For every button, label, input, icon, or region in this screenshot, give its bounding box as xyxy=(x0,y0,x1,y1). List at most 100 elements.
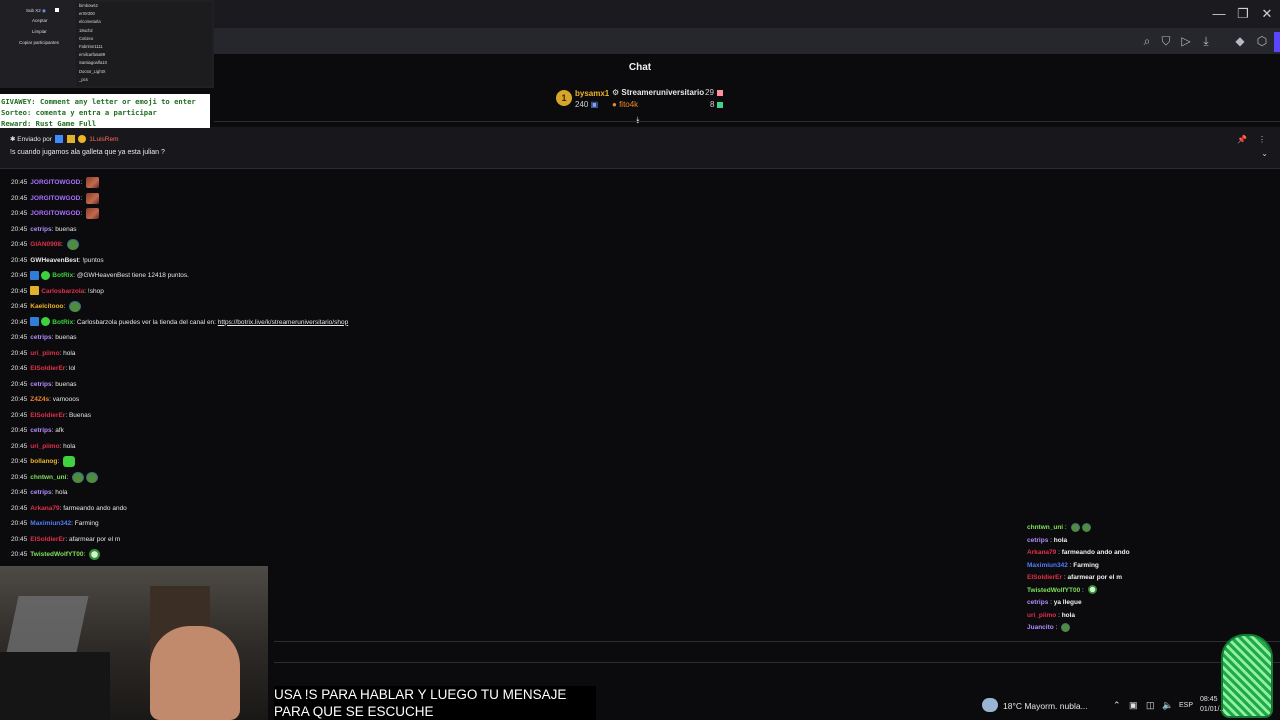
chat-message: 20:45 GIAN0908: xyxy=(11,239,79,251)
participant-entry[interactable]: emilcarfasa89 xyxy=(79,52,105,57)
chat-message: 20:45 BotRix: @GWHeavenBest tiene 12418 p… xyxy=(11,270,189,282)
message-username[interactable]: BotRix xyxy=(52,272,73,279)
obs-copy-button[interactable]: Copiar participantes xyxy=(19,40,59,45)
cube-icon[interactable]: ⬡ xyxy=(1254,33,1270,49)
close-button[interactable]: ✕ xyxy=(1255,4,1279,24)
message-time: 20:45 xyxy=(11,210,28,218)
obs-accept-button[interactable]: Aceptar xyxy=(32,18,48,23)
message-username[interactable]: BotRix xyxy=(52,319,73,326)
chat-message: 20:45 JORGITOWGOD: xyxy=(11,177,99,189)
restore-button[interactable]: ❐ xyxy=(1231,4,1255,24)
message-username[interactable]: Kaelcitooo xyxy=(30,303,63,310)
separator: : xyxy=(61,241,65,249)
message-time: 20:45 xyxy=(11,473,28,481)
frog-emote-icon xyxy=(1070,522,1080,532)
message-time: 20:45 xyxy=(11,520,28,527)
streamer-silhouette xyxy=(150,626,240,720)
wifi-icon[interactable]: ◫ xyxy=(1146,700,1155,711)
participants-list[interactable]: bimbows2 err0r300 elcometarla 18uch2 Cotizeo… xyxy=(76,2,212,86)
overlay-username: Juancito xyxy=(1027,624,1054,631)
chevron-down-icon[interactable]: ⌄ xyxy=(1261,149,1268,158)
message-text: lol xyxy=(68,365,76,372)
chat-message: 20:45 Maximiun342: Farming xyxy=(11,518,99,530)
weather-icon[interactable] xyxy=(982,698,998,712)
network-icon[interactable]: ▣ xyxy=(1129,700,1138,711)
message-username[interactable]: uri_piimo xyxy=(30,350,59,357)
message-username[interactable]: uri_piimo xyxy=(30,443,59,450)
chat-message: 20:45 Z4Z4s: vamooos xyxy=(11,394,79,406)
chat-message: 20:45 BotRix: Carlosbarzola puedes ver la… xyxy=(11,317,348,329)
message-text: hola xyxy=(63,349,76,357)
overlay-text: hola xyxy=(1061,611,1076,619)
message-username[interactable]: Z4Z4s xyxy=(30,396,49,403)
message-time: 20:45 xyxy=(11,225,28,233)
message-username[interactable]: Carlosbarzola xyxy=(41,288,84,295)
weather-text[interactable]: 18°C Mayorm. nubla... xyxy=(1003,701,1088,711)
message-username[interactable]: cetrips xyxy=(30,427,51,434)
pin-icon[interactable]: 📌 xyxy=(1237,135,1247,144)
more-options-icon[interactable]: ⋮ xyxy=(1258,135,1266,144)
language-indicator[interactable]: ESP xyxy=(1179,702,1193,709)
message-username[interactable]: cetrips xyxy=(30,334,51,341)
participant-entry[interactable]: err0r300 xyxy=(79,11,95,16)
message-username[interactable]: chntwn_uni xyxy=(30,474,66,481)
overlay-message: cetrips : hola xyxy=(1027,535,1067,547)
message-username[interactable]: bollanog xyxy=(30,458,57,465)
message-link[interactable]: https://botrix.live/k/streameruniversita… xyxy=(218,319,348,326)
play-icon[interactable]: ▷ xyxy=(1178,33,1194,49)
participant-entry[interactable]: 18uch2 xyxy=(79,28,93,33)
message-text: buenas xyxy=(55,225,77,233)
robot-emote-icon xyxy=(1087,585,1097,595)
message-username[interactable]: cetrips xyxy=(30,226,51,233)
leader-name[interactable]: bysamx1 xyxy=(575,89,609,98)
message-username[interactable]: ElSoldierEr xyxy=(30,536,65,543)
divider xyxy=(274,662,1280,663)
message-username[interactable]: cetrips xyxy=(30,489,51,496)
message-username[interactable]: ElSoldierEr xyxy=(30,412,65,419)
message-text: buenas xyxy=(55,380,77,388)
chevron-up-icon[interactable]: ⌃ xyxy=(1113,700,1121,711)
clock[interactable]: 08:45 01/01/... xyxy=(1200,695,1225,715)
frog-emote-icon xyxy=(1081,522,1091,532)
minimize-button[interactable]: — xyxy=(1207,4,1231,24)
leaderboard-row[interactable]: ● fito4k xyxy=(612,100,638,109)
extension-icon[interactable]: ◆ xyxy=(1232,33,1248,49)
shield-icon[interactable]: ⛉ xyxy=(1158,33,1174,49)
message-username[interactable]: ElSoldierEr xyxy=(30,365,65,372)
crown-badge-icon xyxy=(30,286,40,296)
message-username[interactable]: JORGITOWGOD xyxy=(30,179,80,186)
chat-message: 20:45 Kaelcitooo: xyxy=(11,301,82,313)
chat-message: 20:45 bollanog: xyxy=(11,456,75,468)
zoom-icon[interactable]: ⌕ xyxy=(1139,33,1155,49)
participant-entry[interactable]: Fabrimn1111 xyxy=(79,44,103,49)
message-username[interactable]: Arkana79 xyxy=(30,505,59,512)
message-username[interactable]: Maximiun342 xyxy=(30,520,71,527)
overlay-message: ElSoldierEr : afarmear por el m xyxy=(1027,572,1122,584)
volume-icon[interactable]: 🔈 xyxy=(1162,700,1173,711)
message-username[interactable]: JORGITOWGOD xyxy=(30,195,80,202)
message-username[interactable]: TwistedWolfYT00 xyxy=(30,551,83,558)
participant-entry[interactable]: elcometarla xyxy=(79,19,101,24)
participant-entry[interactable]: bimbows2 xyxy=(79,3,98,8)
message-username[interactable]: JORGITOWGOD xyxy=(30,210,80,217)
participant-entry[interactable]: Cotizeo xyxy=(79,36,93,41)
message-text: hola xyxy=(55,489,68,496)
participant-entry[interactable]: Santiagoalfa10 xyxy=(79,60,107,65)
chat-message: 20:45 ElSoldierEr: Buenas xyxy=(11,410,91,422)
overlay-username: TwistedWolfYT00 xyxy=(1027,586,1081,594)
download-icon[interactable]: ⤓ xyxy=(1198,33,1214,49)
message-username[interactable]: GWHeavenBest xyxy=(30,257,78,264)
participant-entry[interactable]: Doctor_LightX xyxy=(79,69,106,74)
pinned-user[interactable]: 1LuisRem xyxy=(89,136,118,143)
leaderboard: 1 bysamx1 240 ▣ ⚙ Streameruniversitario … xyxy=(556,86,726,114)
participant-entry[interactable]: _pcs xyxy=(79,77,88,82)
frog-emote-icon xyxy=(86,471,99,483)
green-emote-icon xyxy=(63,456,75,467)
chat-message: 20:45 GWHeavenBest: !puntos xyxy=(11,255,104,267)
message-time: 20:45 xyxy=(11,489,28,496)
leaderboard-row[interactable]: ⚙ Streameruniversitario xyxy=(612,88,704,97)
message-username[interactable]: GIAN0908 xyxy=(30,241,61,248)
obs-clear-button[interactable]: Limpiar xyxy=(32,29,47,34)
message-username[interactable]: cetrips xyxy=(30,381,51,388)
obs-option[interactable]: Sub X2 ◉ xyxy=(26,8,60,14)
